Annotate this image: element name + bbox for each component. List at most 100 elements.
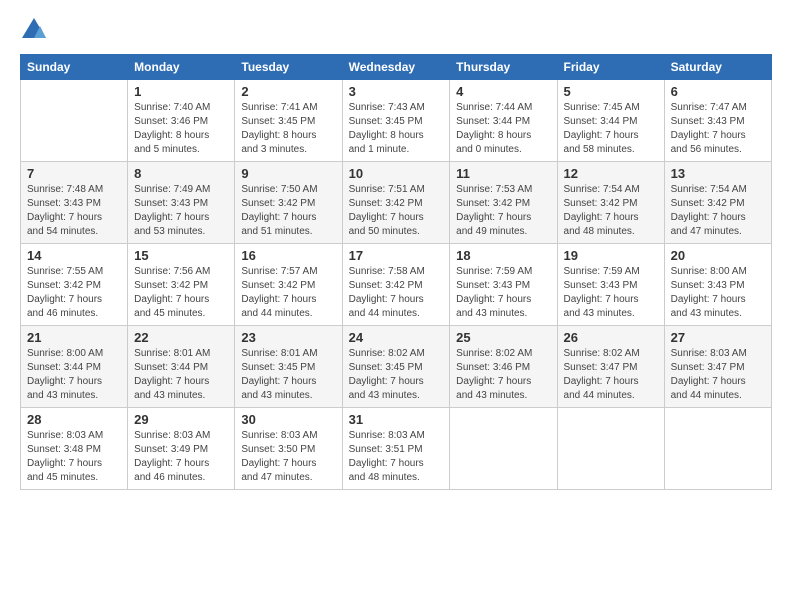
calendar-cell: 13 Sunrise: 7:54 AM Sunset: 3:42 PM Dayli… (664, 162, 771, 244)
day-info: Sunrise: 7:59 AM Sunset: 3:43 PM Dayligh… (456, 265, 550, 321)
day-number: 13 (671, 166, 765, 181)
calendar-cell: 19 Sunrise: 7:59 AM Sunset: 3:43 PM Dayli… (557, 244, 664, 326)
calendar-table: SundayMondayTuesdayWednesdayThursdayFrid… (20, 54, 772, 490)
day-number: 27 (671, 330, 765, 345)
day-number: 20 (671, 248, 765, 263)
calendar-cell: 5 Sunrise: 7:45 AM Sunset: 3:44 PM Daylig… (557, 80, 664, 162)
day-info: Sunrise: 8:01 AM Sunset: 3:44 PM Dayligh… (134, 347, 228, 403)
day-info: Sunrise: 8:03 AM Sunset: 3:47 PM Dayligh… (671, 347, 765, 403)
day-number: 21 (27, 330, 121, 345)
day-info: Sunrise: 8:00 AM Sunset: 3:44 PM Dayligh… (27, 347, 121, 403)
day-number: 29 (134, 412, 228, 427)
calendar-cell: 16 Sunrise: 7:57 AM Sunset: 3:42 PM Dayli… (235, 244, 342, 326)
calendar-week-row: 14Sunrise: 7:55 AM Sunset: 3:42 PM Dayli… (21, 244, 772, 326)
day-info: Sunrise: 8:02 AM Sunset: 3:45 PM Dayligh… (349, 347, 444, 403)
day-info: Sunrise: 7:41 AM Sunset: 3:45 PM Dayligh… (241, 101, 335, 157)
day-info: Sunrise: 8:03 AM Sunset: 3:48 PM Dayligh… (27, 429, 121, 485)
calendar-cell: 22Sunrise: 8:01 AM Sunset: 3:44 PM Dayli… (128, 326, 235, 408)
day-number: 24 (349, 330, 444, 345)
logo-icon (20, 16, 48, 44)
calendar-cell: 8 Sunrise: 7:49 AM Sunset: 3:43 PM Daylig… (128, 162, 235, 244)
day-info: Sunrise: 7:53 AM Sunset: 3:42 PM Dayligh… (456, 183, 550, 239)
day-number: 18 (456, 248, 550, 263)
calendar-header-saturday: Saturday (664, 55, 771, 80)
calendar-cell: 7Sunrise: 7:48 AM Sunset: 3:43 PM Daylig… (21, 162, 128, 244)
calendar-cell: 26 Sunrise: 8:02 AM Sunset: 3:47 PM Dayli… (557, 326, 664, 408)
day-number: 30 (241, 412, 335, 427)
calendar-cell: 23Sunrise: 8:01 AM Sunset: 3:45 PM Dayli… (235, 326, 342, 408)
day-number: 10 (349, 166, 444, 181)
day-info: Sunrise: 7:54 AM Sunset: 3:42 PM Dayligh… (671, 183, 765, 239)
calendar-cell: 30 Sunrise: 8:03 AM Sunset: 3:50 PM Dayli… (235, 408, 342, 490)
day-number: 25 (456, 330, 550, 345)
day-number: 31 (349, 412, 444, 427)
calendar-cell: 27 Sunrise: 8:03 AM Sunset: 3:47 PM Dayli… (664, 326, 771, 408)
calendar-cell (664, 408, 771, 490)
day-number: 14 (27, 248, 121, 263)
calendar-cell: 18 Sunrise: 7:59 AM Sunset: 3:43 PM Dayli… (450, 244, 557, 326)
calendar-header-monday: Monday (128, 55, 235, 80)
calendar-week-row: 21 Sunrise: 8:00 AM Sunset: 3:44 PM Dayli… (21, 326, 772, 408)
calendar-week-row: 7Sunrise: 7:48 AM Sunset: 3:43 PM Daylig… (21, 162, 772, 244)
calendar-header-wednesday: Wednesday (342, 55, 450, 80)
logo (20, 16, 52, 44)
day-info: Sunrise: 7:54 AM Sunset: 3:42 PM Dayligh… (564, 183, 658, 239)
day-number: 15 (134, 248, 228, 263)
day-number: 19 (564, 248, 658, 263)
day-info: Sunrise: 7:44 AM Sunset: 3:44 PM Dayligh… (456, 101, 550, 157)
calendar-cell: 9 Sunrise: 7:50 AM Sunset: 3:42 PM Daylig… (235, 162, 342, 244)
calendar-week-row: 28Sunrise: 8:03 AM Sunset: 3:48 PM Dayli… (21, 408, 772, 490)
day-info: Sunrise: 8:03 AM Sunset: 3:50 PM Dayligh… (241, 429, 335, 485)
calendar-cell: 20 Sunrise: 8:00 AM Sunset: 3:43 PM Dayli… (664, 244, 771, 326)
day-info: Sunrise: 7:56 AM Sunset: 3:42 PM Dayligh… (134, 265, 228, 321)
day-number: 7 (27, 166, 121, 181)
calendar-cell (450, 408, 557, 490)
day-info: Sunrise: 8:02 AM Sunset: 3:47 PM Dayligh… (564, 347, 658, 403)
day-number: 1 (134, 84, 228, 99)
calendar-cell: 25 Sunrise: 8:02 AM Sunset: 3:46 PM Dayli… (450, 326, 557, 408)
day-info: Sunrise: 8:02 AM Sunset: 3:46 PM Dayligh… (456, 347, 550, 403)
day-info: Sunrise: 7:59 AM Sunset: 3:43 PM Dayligh… (564, 265, 658, 321)
calendar-header-sunday: Sunday (21, 55, 128, 80)
calendar-header-thursday: Thursday (450, 55, 557, 80)
day-number: 26 (564, 330, 658, 345)
day-info: Sunrise: 7:45 AM Sunset: 3:44 PM Dayligh… (564, 101, 658, 157)
calendar-cell: 3 Sunrise: 7:43 AM Sunset: 3:45 PM Daylig… (342, 80, 450, 162)
day-info: Sunrise: 7:40 AM Sunset: 3:46 PM Dayligh… (134, 101, 228, 157)
day-info: Sunrise: 7:47 AM Sunset: 3:43 PM Dayligh… (671, 101, 765, 157)
day-info: Sunrise: 7:49 AM Sunset: 3:43 PM Dayligh… (134, 183, 228, 239)
calendar-cell: 6Sunrise: 7:47 AM Sunset: 3:43 PM Daylig… (664, 80, 771, 162)
day-info: Sunrise: 7:58 AM Sunset: 3:42 PM Dayligh… (349, 265, 444, 321)
page: SundayMondayTuesdayWednesdayThursdayFrid… (0, 0, 792, 612)
calendar-cell: 4 Sunrise: 7:44 AM Sunset: 3:44 PM Daylig… (450, 80, 557, 162)
day-info: Sunrise: 8:00 AM Sunset: 3:43 PM Dayligh… (671, 265, 765, 321)
calendar-header-row: SundayMondayTuesdayWednesdayThursdayFrid… (21, 55, 772, 80)
calendar-header-tuesday: Tuesday (235, 55, 342, 80)
day-info: Sunrise: 8:03 AM Sunset: 3:49 PM Dayligh… (134, 429, 228, 485)
calendar-cell: 29 Sunrise: 8:03 AM Sunset: 3:49 PM Dayli… (128, 408, 235, 490)
day-info: Sunrise: 7:57 AM Sunset: 3:42 PM Dayligh… (241, 265, 335, 321)
calendar-cell: 14Sunrise: 7:55 AM Sunset: 3:42 PM Dayli… (21, 244, 128, 326)
calendar-cell: 31Sunrise: 8:03 AM Sunset: 3:51 PM Dayli… (342, 408, 450, 490)
calendar-cell: 12Sunrise: 7:54 AM Sunset: 3:42 PM Dayli… (557, 162, 664, 244)
calendar-cell (557, 408, 664, 490)
calendar-week-row: 1 Sunrise: 7:40 AM Sunset: 3:46 PM Daylig… (21, 80, 772, 162)
calendar-cell: 10 Sunrise: 7:51 AM Sunset: 3:42 PM Dayli… (342, 162, 450, 244)
calendar-cell: 28Sunrise: 8:03 AM Sunset: 3:48 PM Dayli… (21, 408, 128, 490)
calendar-cell: 17 Sunrise: 7:58 AM Sunset: 3:42 PM Dayli… (342, 244, 450, 326)
day-number: 9 (241, 166, 335, 181)
day-number: 5 (564, 84, 658, 99)
calendar-cell: 24 Sunrise: 8:02 AM Sunset: 3:45 PM Dayli… (342, 326, 450, 408)
day-info: Sunrise: 7:43 AM Sunset: 3:45 PM Dayligh… (349, 101, 444, 157)
calendar-cell: 21 Sunrise: 8:00 AM Sunset: 3:44 PM Dayli… (21, 326, 128, 408)
day-info: Sunrise: 8:01 AM Sunset: 3:45 PM Dayligh… (241, 347, 335, 403)
day-number: 3 (349, 84, 444, 99)
day-info: Sunrise: 7:51 AM Sunset: 3:42 PM Dayligh… (349, 183, 444, 239)
day-number: 11 (456, 166, 550, 181)
day-number: 16 (241, 248, 335, 263)
calendar-cell: 11 Sunrise: 7:53 AM Sunset: 3:42 PM Dayli… (450, 162, 557, 244)
day-number: 17 (349, 248, 444, 263)
day-info: Sunrise: 7:50 AM Sunset: 3:42 PM Dayligh… (241, 183, 335, 239)
day-number: 8 (134, 166, 228, 181)
day-number: 4 (456, 84, 550, 99)
